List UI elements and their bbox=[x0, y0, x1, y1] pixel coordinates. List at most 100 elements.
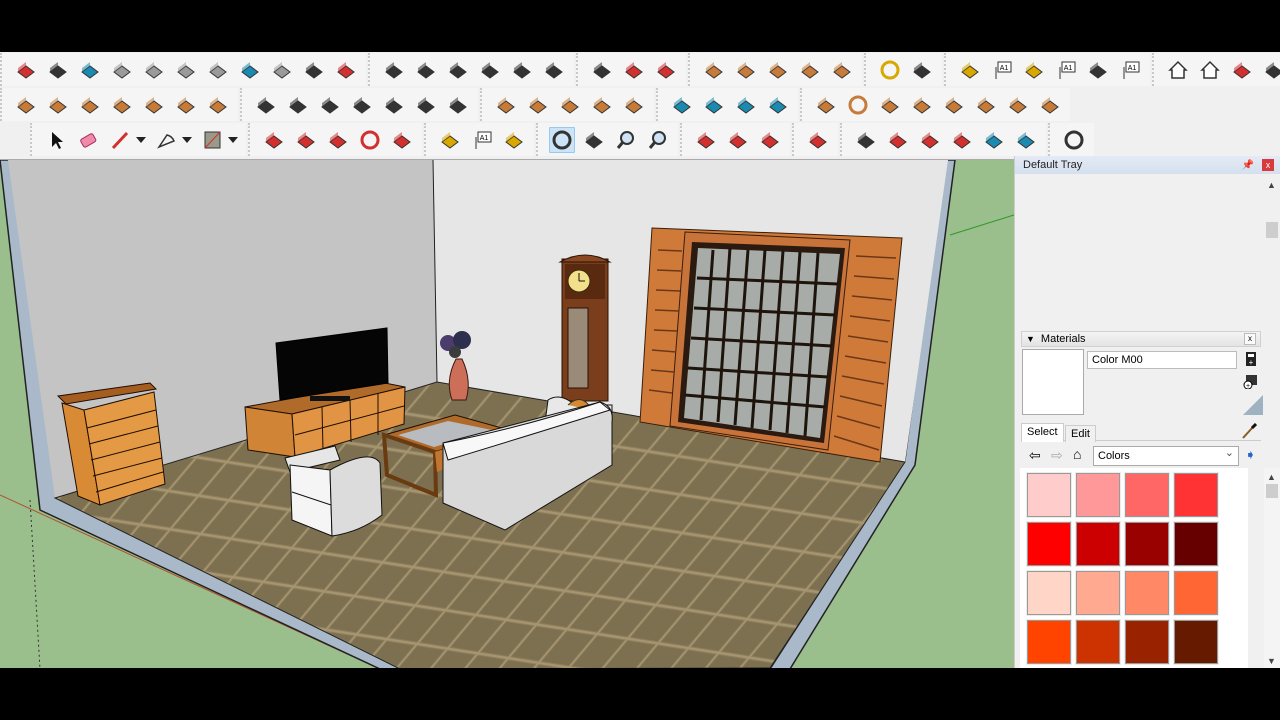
drape-button[interactable] bbox=[109, 92, 135, 118]
save-button[interactable] bbox=[77, 57, 103, 83]
color-swatch[interactable] bbox=[1075, 472, 1121, 518]
light-gen-button[interactable] bbox=[1037, 92, 1063, 118]
arc-dropdown-icon[interactable] bbox=[182, 137, 192, 143]
batch-render-button[interactable] bbox=[413, 92, 439, 118]
pencil-button[interactable] bbox=[107, 127, 133, 153]
model-info-button[interactable] bbox=[333, 57, 359, 83]
swatch-scrollbar[interactable]: ▲ ▼ bbox=[1264, 468, 1280, 668]
details-arrow-icon[interactable]: ➧ bbox=[1245, 447, 1256, 463]
color-swatch[interactable] bbox=[1075, 521, 1121, 567]
paint-bucket-button[interactable] bbox=[501, 127, 527, 153]
preview-scene-button[interactable] bbox=[701, 92, 727, 118]
armchair[interactable] bbox=[284, 445, 383, 537]
tab-edit[interactable]: Edit bbox=[1065, 425, 1096, 442]
pin-icon[interactable]: 📌 bbox=[1242, 160, 1254, 171]
mesh-light-button[interactable] bbox=[1005, 92, 1031, 118]
move-button[interactable] bbox=[325, 127, 351, 153]
geo-location-button[interactable] bbox=[877, 57, 903, 83]
split-button[interactable] bbox=[1013, 127, 1039, 153]
text-button[interactable]: A1 bbox=[1053, 57, 1079, 83]
from-scratch-button[interactable] bbox=[45, 92, 71, 118]
open-file-button[interactable] bbox=[45, 57, 71, 83]
dynamic-component-button[interactable] bbox=[1261, 57, 1280, 83]
color-swatch[interactable] bbox=[1026, 619, 1072, 665]
get-models-button[interactable] bbox=[693, 127, 719, 153]
render-button[interactable] bbox=[285, 92, 311, 118]
eyedropper-icon[interactable] bbox=[1241, 423, 1257, 439]
scroll-up-icon[interactable]: ▲ bbox=[1267, 180, 1276, 190]
color-swatch[interactable] bbox=[1026, 521, 1072, 567]
stamp-button[interactable] bbox=[77, 92, 103, 118]
color-swatch[interactable] bbox=[1173, 570, 1219, 616]
upload-button[interactable] bbox=[757, 127, 783, 153]
back-view-button[interactable] bbox=[509, 57, 535, 83]
tape-measure-button[interactable] bbox=[957, 57, 983, 83]
zoom-button[interactable] bbox=[613, 127, 639, 153]
dimension-button[interactable]: A1 bbox=[989, 57, 1015, 83]
add-detail-button[interactable] bbox=[765, 57, 791, 83]
3d-warehouse-button[interactable] bbox=[1165, 57, 1191, 83]
flip-edge-button[interactable] bbox=[797, 57, 823, 83]
stamp-button[interactable] bbox=[701, 57, 727, 83]
material-name-field[interactable]: Color M00 bbox=[1087, 351, 1237, 369]
scroll-thumb[interactable] bbox=[1266, 222, 1278, 238]
smoove-button[interactable] bbox=[829, 57, 855, 83]
from-contours-button[interactable] bbox=[13, 92, 39, 118]
sphere-light-button[interactable] bbox=[845, 92, 871, 118]
share-component-button[interactable] bbox=[725, 127, 751, 153]
smoove-button[interactable] bbox=[173, 92, 199, 118]
new-file-button[interactable] bbox=[13, 57, 39, 83]
scene-canvas[interactable] bbox=[0, 160, 1014, 668]
pan-button[interactable] bbox=[581, 127, 607, 153]
interactive-render-button[interactable] bbox=[317, 92, 343, 118]
omni-light-button[interactable] bbox=[941, 92, 967, 118]
zoom-extents-button[interactable] bbox=[645, 127, 671, 153]
swatch-scroll-thumb[interactable] bbox=[1266, 484, 1278, 498]
follow-me-button[interactable] bbox=[293, 127, 319, 153]
tray-scrollbar[interactable]: ▲ bbox=[1264, 174, 1280, 330]
share-model-button[interactable] bbox=[1229, 57, 1255, 83]
top-view-button[interactable] bbox=[413, 57, 439, 83]
add-to-model-icon[interactable]: + bbox=[1243, 373, 1259, 389]
color-swatch[interactable] bbox=[1173, 619, 1219, 665]
ies-light-button[interactable] bbox=[909, 92, 935, 118]
materials-header[interactable]: ▼ Materials x bbox=[1021, 331, 1261, 347]
push-pull-button[interactable] bbox=[261, 127, 287, 153]
extension-warehouse-button[interactable] bbox=[1197, 57, 1223, 83]
collapse-triangle-icon[interactable]: ▼ bbox=[1026, 334, 1035, 344]
forward-icon[interactable]: ⇨ bbox=[1051, 447, 1063, 464]
tape-button[interactable] bbox=[437, 127, 463, 153]
union-button[interactable] bbox=[653, 57, 679, 83]
spot-light-button[interactable] bbox=[877, 92, 903, 118]
redo-button[interactable] bbox=[269, 57, 295, 83]
add-location-button[interactable] bbox=[1061, 127, 1087, 153]
camera-button[interactable] bbox=[765, 92, 791, 118]
vray-logo-button[interactable] bbox=[253, 92, 279, 118]
export-proxy-button[interactable] bbox=[525, 92, 551, 118]
color-swatch[interactable] bbox=[1026, 472, 1072, 518]
outer-shell-button[interactable] bbox=[853, 127, 879, 153]
intersect-button[interactable] bbox=[885, 127, 911, 153]
color-swatch[interactable] bbox=[1124, 570, 1170, 616]
3d-text-button[interactable]: A1 bbox=[1117, 57, 1143, 83]
add-detail-button[interactable] bbox=[141, 92, 167, 118]
swatch-scroll-down-icon[interactable]: ▼ bbox=[1267, 656, 1276, 666]
infinite-plane-button[interactable] bbox=[493, 92, 519, 118]
color-swatch[interactable] bbox=[1026, 570, 1072, 616]
text-button[interactable]: A1 bbox=[469, 127, 495, 153]
color-swatch[interactable] bbox=[1124, 472, 1170, 518]
import-proxy-button[interactable] bbox=[557, 92, 583, 118]
rotate-button[interactable] bbox=[357, 127, 383, 153]
axes-button[interactable] bbox=[1085, 57, 1111, 83]
window-with-shutters[interactable] bbox=[639, 227, 903, 463]
preferences-button[interactable] bbox=[909, 57, 935, 83]
rectangle-button[interactable] bbox=[199, 127, 225, 153]
rect-light-button[interactable] bbox=[813, 92, 839, 118]
home-icon[interactable]: ⌂ bbox=[1073, 446, 1081, 462]
close-tray-button[interactable]: x bbox=[1262, 159, 1274, 171]
orbit-button[interactable] bbox=[549, 126, 575, 153]
cut-button[interactable] bbox=[109, 57, 135, 83]
create-material-icon[interactable]: + bbox=[1243, 351, 1259, 367]
library-select[interactable]: Colors bbox=[1093, 446, 1239, 466]
asset-editor-button[interactable] bbox=[381, 92, 407, 118]
